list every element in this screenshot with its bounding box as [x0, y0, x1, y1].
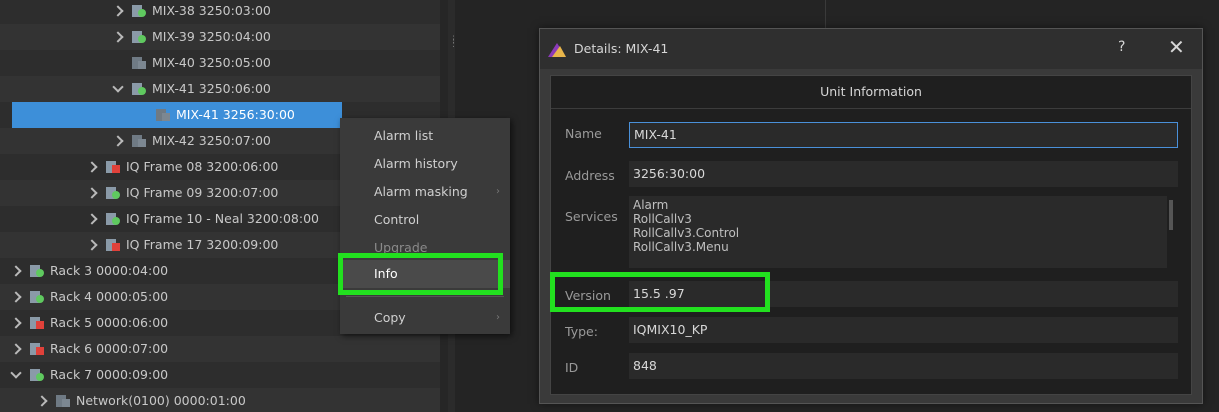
- name-label: Name: [565, 126, 602, 141]
- tree-row-label: MIX-40 3250:05:00: [152, 55, 271, 70]
- details-dialog: Details: MIX-41 ? ✕ Unit Information Nam…: [539, 28, 1203, 404]
- chevron-right-icon[interactable]: [112, 0, 124, 24]
- address-field[interactable]: 3256:30:00: [629, 161, 1178, 187]
- tree-row-label: Network(0100) 0000:01:00: [76, 393, 246, 408]
- tree-row-label: IQ Frame 09 3200:07:00: [126, 185, 279, 200]
- tree-row[interactable]: MIX-40 3250:05:00: [0, 50, 440, 76]
- id-field[interactable]: 848: [629, 353, 1178, 379]
- device-status-icon: [106, 161, 120, 173]
- grid-line: [825, 0, 826, 28]
- close-button[interactable]: ✕: [1168, 35, 1185, 59]
- submenu-arrow-icon: ›: [496, 312, 500, 323]
- chevron-down-icon[interactable]: [112, 76, 124, 102]
- chevron-right-icon[interactable]: [112, 128, 124, 154]
- services-scrollbar[interactable]: [1169, 200, 1173, 230]
- dialog-title: Details: MIX-41: [574, 41, 669, 56]
- chevron-right-icon[interactable]: [10, 284, 22, 310]
- help-button[interactable]: ?: [1118, 39, 1125, 55]
- type-label: Type:: [565, 324, 598, 339]
- tree-row-label: MIX-42 3250:07:00: [152, 133, 271, 148]
- menu-item-control[interactable]: Control: [340, 206, 510, 234]
- menu-separator: [346, 296, 504, 297]
- tree-row-label: Rack 3 0000:04:00: [50, 263, 169, 278]
- version-highlight-box: [550, 272, 770, 312]
- section-title: Unit Information: [551, 76, 1191, 109]
- device-status-icon: [30, 265, 44, 277]
- menu-item-label: Alarm masking: [374, 184, 468, 199]
- tree-row-label: Rack 6 0000:07:00: [50, 341, 169, 356]
- chevron-right-icon[interactable]: [86, 180, 98, 206]
- device-status-icon: [132, 5, 146, 17]
- menu-item-copy[interactable]: Copy ›: [340, 304, 510, 332]
- unit-information-panel: Unit Information Name MIX-41 Address 325…: [550, 75, 1192, 395]
- tree-row-label: IQ Frame 10 - Neal 3200:08:00: [126, 211, 319, 226]
- tree-row-label: MIX-39 3250:04:00: [152, 29, 271, 44]
- tree-row[interactable]: Rack 6 0000:07:00: [0, 336, 440, 362]
- menu-item-label: Alarm history: [374, 156, 458, 171]
- service-item: RollCallv3.Menu: [633, 240, 729, 254]
- tree-row-label: Rack 7 0000:09:00: [50, 367, 169, 382]
- chevron-right-icon[interactable]: [36, 388, 48, 412]
- device-status-icon: [30, 291, 44, 303]
- tree-row-label: MIX-41 3256:30:00: [176, 107, 295, 122]
- services-list[interactable]: Alarm RollCallv3 RollCallv3.Control Roll…: [629, 196, 1173, 268]
- menu-item-alarm-masking[interactable]: Alarm masking ›: [340, 178, 510, 206]
- tree-row-label: MIX-38 3250:03:00: [152, 3, 271, 18]
- name-field[interactable]: MIX-41: [629, 122, 1178, 148]
- dialog-titlebar[interactable]: Details: MIX-41 ? ✕: [540, 29, 1202, 69]
- device-status-icon: [30, 317, 44, 329]
- menu-item-label: Alarm list: [374, 128, 434, 143]
- menu-item-label: Copy: [374, 310, 406, 325]
- address-label: Address: [565, 168, 615, 183]
- tree-row[interactable]: Network(0100) 0000:01:00: [0, 388, 440, 412]
- submenu-arrow-icon: ›: [496, 186, 500, 197]
- device-status-icon: [106, 239, 120, 251]
- tree-row-label: Rack 4 0000:05:00: [50, 289, 169, 304]
- chevron-right-icon[interactable]: [10, 336, 22, 362]
- tree-row[interactable]: Rack 7 0000:09:00: [0, 362, 440, 388]
- tree-row[interactable]: MIX-38 3250:03:00: [0, 0, 440, 24]
- app-logo-icon: [548, 43, 566, 57]
- tree-row-label: IQ Frame 08 3200:06:00: [126, 159, 279, 174]
- chevron-right-icon[interactable]: [86, 154, 98, 180]
- chevron-right-icon[interactable]: [86, 232, 98, 258]
- chevron-right-icon[interactable]: [10, 310, 22, 336]
- chevron-down-icon[interactable]: [10, 362, 22, 388]
- service-item: RollCallv3.Control: [633, 226, 740, 240]
- device-status-icon: [30, 369, 44, 381]
- tree-row[interactable]: MIX-41 3250:06:00: [0, 76, 440, 102]
- service-item: Alarm: [633, 198, 669, 212]
- device-status-icon: [30, 343, 44, 355]
- tree-row[interactable]: MIX-41 3256:30:00: [12, 102, 342, 128]
- menu-item-alarm-list[interactable]: Alarm list: [340, 122, 510, 150]
- device-status-icon: [132, 31, 146, 43]
- device-status-icon: [132, 57, 146, 69]
- device-status-icon: [156, 109, 170, 121]
- id-label: ID: [565, 360, 579, 375]
- device-status-icon: [132, 83, 146, 95]
- menu-item-alarm-history[interactable]: Alarm history: [340, 150, 510, 178]
- tree-row-label: IQ Frame 17 3200:09:00: [126, 237, 279, 252]
- device-status-icon: [106, 213, 120, 225]
- service-item: RollCallv3: [633, 212, 692, 226]
- type-field[interactable]: IQMIX10_KP: [629, 317, 1178, 343]
- chevron-right-icon[interactable]: [86, 206, 98, 232]
- device-status-icon: [132, 135, 146, 147]
- tree-row-label: MIX-41 3250:06:00: [152, 81, 271, 96]
- chevron-right-icon[interactable]: [10, 258, 22, 284]
- context-menu: Alarm list Alarm history Alarm masking › …: [340, 118, 510, 334]
- services-label: Services: [565, 209, 618, 224]
- info-highlight-box: [338, 253, 503, 295]
- chevron-right-icon[interactable]: [112, 24, 124, 50]
- tree-row[interactable]: MIX-39 3250:04:00: [0, 24, 440, 50]
- tree-row-label: Rack 5 0000:06:00: [50, 315, 169, 330]
- menu-item-label: Control: [374, 212, 420, 227]
- device-status-icon: [56, 395, 70, 407]
- device-status-icon: [106, 187, 120, 199]
